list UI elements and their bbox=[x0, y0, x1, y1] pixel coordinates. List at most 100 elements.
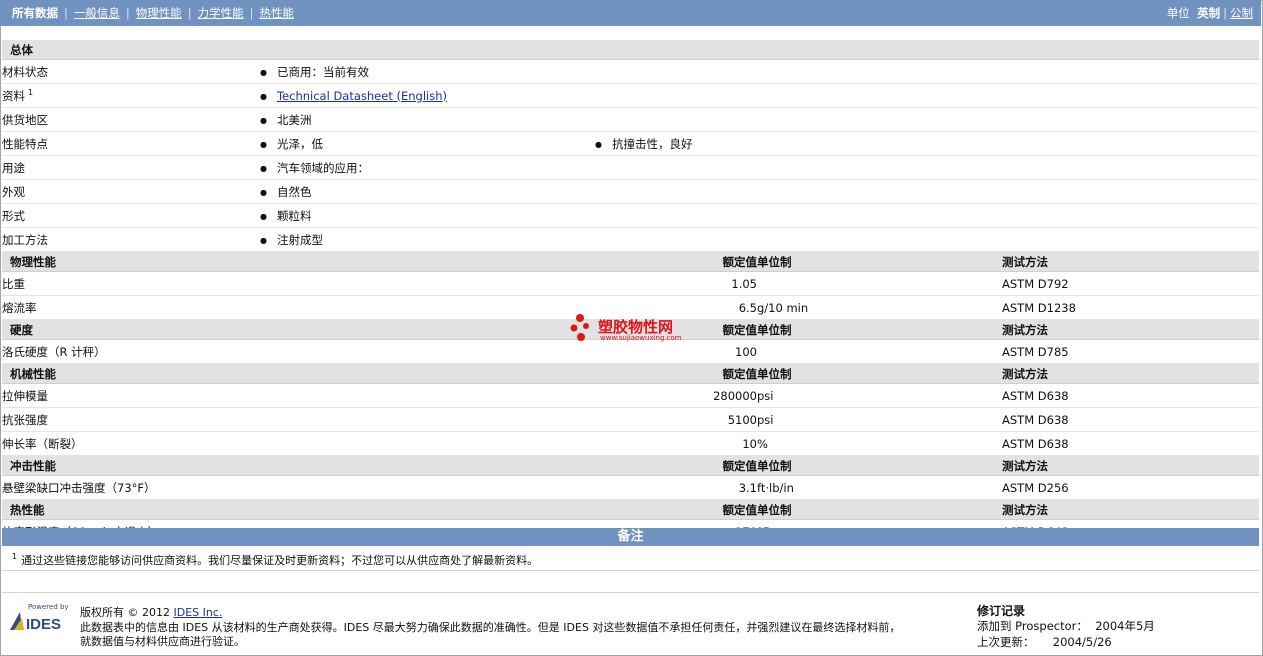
col-method: 测试方法 bbox=[1002, 251, 1260, 272]
row-value: 5100 bbox=[595, 407, 757, 432]
datasheet-link[interactable]: Technical Datasheet (English) bbox=[277, 89, 447, 103]
row-method: ASTM D638 bbox=[1002, 431, 1260, 456]
table-row: 用途 汽车领域的应用： bbox=[2, 155, 1260, 180]
table-row: 性能特点 光泽，低 抗撞击性，良好 bbox=[2, 131, 1260, 156]
nav-all-data[interactable]: 所有数据 bbox=[12, 6, 58, 20]
section-impact: 冲击性能 额定值 单位制 测试方法 bbox=[2, 455, 1260, 476]
row-label: 供货地区 bbox=[2, 107, 260, 132]
section-title: 机械性能 bbox=[2, 363, 595, 384]
nav-thermal[interactable]: 热性能 bbox=[260, 6, 295, 20]
revision-title: 修订记录 bbox=[977, 604, 1026, 618]
row-label: 外观 bbox=[2, 179, 260, 204]
disclaimer-line: 就数据值与材料供应商进行验证。 bbox=[80, 635, 245, 648]
watermark-logo-icon bbox=[570, 314, 589, 341]
row-value: 光泽，低 bbox=[260, 131, 595, 156]
nav-physical[interactable]: 物理性能 bbox=[136, 6, 182, 20]
table-row: 抗张强度 5100 psi ASTM D638 bbox=[2, 407, 1260, 432]
section-title: 物理性能 bbox=[2, 251, 595, 272]
table-row: 洛氏硬度（R 计秤） 100 ASTM D785 bbox=[2, 339, 1260, 364]
row-label: 抗张强度 bbox=[2, 407, 595, 432]
row-method: ASTM D785 bbox=[1002, 339, 1260, 364]
section-general: 总体 bbox=[2, 40, 1260, 60]
row-label: 悬壁梁缺口冲击强度（73°F） bbox=[2, 475, 595, 500]
col-nominal: 额定值 bbox=[595, 251, 757, 272]
row-value: 颗粒料 bbox=[260, 203, 1260, 228]
row-method: ASTM D792 bbox=[1002, 271, 1260, 296]
row-label: 比重 bbox=[2, 271, 595, 296]
section-mechanical: 机械性能 额定值 单位制 测试方法 bbox=[2, 363, 1260, 384]
row-label: 拉伸模量 bbox=[2, 383, 595, 408]
row-value: 自然色 bbox=[260, 179, 1260, 204]
col-nominal: 额定值 bbox=[595, 363, 757, 384]
row-method: ASTM D638 bbox=[1002, 383, 1260, 408]
row-value: 注射成型 bbox=[260, 227, 1260, 252]
row-label: 资料 1 bbox=[2, 83, 260, 108]
row-unit: ft·lb/in bbox=[757, 475, 1002, 500]
section-title: 总体 bbox=[2, 40, 1260, 60]
nav-tabs: 所有数据 | 一般信息 | 物理性能 | 力学性能 | 热性能 bbox=[12, 6, 295, 20]
row-value: Technical Datasheet (English) bbox=[260, 83, 1260, 108]
unit-switch: 单位 英制 | 公制 bbox=[1166, 6, 1253, 20]
row-method: ASTM D638 bbox=[1002, 407, 1260, 432]
row-label: 熔流率 bbox=[2, 295, 595, 320]
table-row: 形式 颗粒料 bbox=[2, 203, 1260, 228]
table-row: 外观 自然色 bbox=[2, 179, 1260, 204]
col-unit: 单位制 bbox=[757, 363, 1002, 384]
row-unit bbox=[757, 271, 1002, 296]
company-link[interactable]: IDES Inc. bbox=[174, 606, 223, 619]
row-value: 100 bbox=[595, 339, 757, 364]
col-unit: 单位制 bbox=[757, 251, 1002, 272]
row-label: 形式 bbox=[2, 203, 260, 228]
col-method: 测试方法 bbox=[1002, 499, 1260, 520]
row-unit bbox=[757, 339, 1002, 364]
unit-imperial[interactable]: 英制 bbox=[1197, 6, 1220, 20]
divider bbox=[2, 592, 1259, 593]
nav-mechanical[interactable]: 力学性能 bbox=[198, 6, 244, 20]
notes-text: 1 通过这些链接您能够访问供应商资料。我们尽量保证及时更新资料；不过您可以从供应商… bbox=[12, 552, 539, 567]
col-method: 测试方法 bbox=[1002, 455, 1260, 476]
row-unit: psi bbox=[757, 383, 1002, 408]
table-row: 比重 1.05 ASTM D792 bbox=[2, 271, 1260, 296]
table-row: 悬壁梁缺口冲击强度（73°F） 3.1 ft·lb/in ASTM D256 bbox=[2, 475, 1260, 500]
section-title: 冲击性能 bbox=[2, 455, 595, 476]
row-value: 1.05 bbox=[595, 271, 757, 296]
top-nav-bar: 所有数据 | 一般信息 | 物理性能 | 力学性能 | 热性能 单位 英制 | 公制 bbox=[0, 0, 1261, 26]
divider bbox=[2, 570, 1259, 571]
row-label: 加工方法 bbox=[2, 227, 260, 252]
svg-text:IDES: IDES bbox=[26, 616, 61, 632]
col-unit: 单位制 bbox=[757, 455, 1002, 476]
unit-label: 单位 bbox=[1166, 6, 1190, 20]
row-method: ASTM D1238 bbox=[1002, 295, 1260, 320]
section-thermal: 热性能 额定值 单位制 测试方法 bbox=[2, 499, 1260, 520]
section-title: 硬度 bbox=[2, 319, 595, 340]
row-unit: % bbox=[757, 431, 1002, 456]
properties-table: 总体 材料状态 已商用：当前有效 资料1 Technical Datasheet… bbox=[2, 40, 1260, 544]
row-label: 性能特点 bbox=[2, 131, 260, 156]
row-label: 材料状态 bbox=[2, 59, 260, 84]
table-row: 伸长率（断裂） 10 % ASTM D638 bbox=[2, 431, 1260, 456]
row-label: 伸长率（断裂） bbox=[2, 431, 595, 456]
table-row: 资料1 Technical Datasheet (English) bbox=[2, 83, 1260, 108]
section-physical: 物理性能 额定值 单位制 测试方法 bbox=[2, 251, 1260, 272]
ides-logo-icon[interactable]: IDES bbox=[8, 604, 72, 632]
row-value: 已商用：当前有效 bbox=[260, 59, 1260, 84]
table-row: 供货地区 北美洲 bbox=[2, 107, 1260, 132]
row-label: 洛氏硬度（R 计秤） bbox=[2, 339, 595, 364]
revision-added: 添加到 Prospector： 2004年5月 bbox=[977, 619, 1155, 633]
table-row: 加工方法 注射成型 bbox=[2, 227, 1260, 252]
col-nominal: 额定值 bbox=[595, 499, 757, 520]
section-title: 热性能 bbox=[2, 499, 595, 520]
nav-general-info[interactable]: 一般信息 bbox=[74, 6, 120, 20]
col-method: 测试方法 bbox=[1002, 319, 1260, 340]
row-value: 抗撞击性，良好 bbox=[595, 131, 1260, 156]
unit-metric[interactable]: 公制 bbox=[1230, 6, 1253, 20]
col-nominal: 额定值 bbox=[595, 455, 757, 476]
notes-header: 备注 bbox=[2, 528, 1259, 546]
row-label: 用途 bbox=[2, 155, 260, 180]
revision-updated: 上次更新： 2004/5/26 bbox=[977, 635, 1112, 649]
row-value: 北美洲 bbox=[260, 107, 1260, 132]
watermark-url: www.sujiaowuxing.com bbox=[600, 334, 682, 342]
table-row: 拉伸模量 280000 psi ASTM D638 bbox=[2, 383, 1260, 408]
row-value: 汽车领域的应用： bbox=[260, 155, 1260, 180]
table-row: 材料状态 已商用：当前有效 bbox=[2, 59, 1260, 84]
